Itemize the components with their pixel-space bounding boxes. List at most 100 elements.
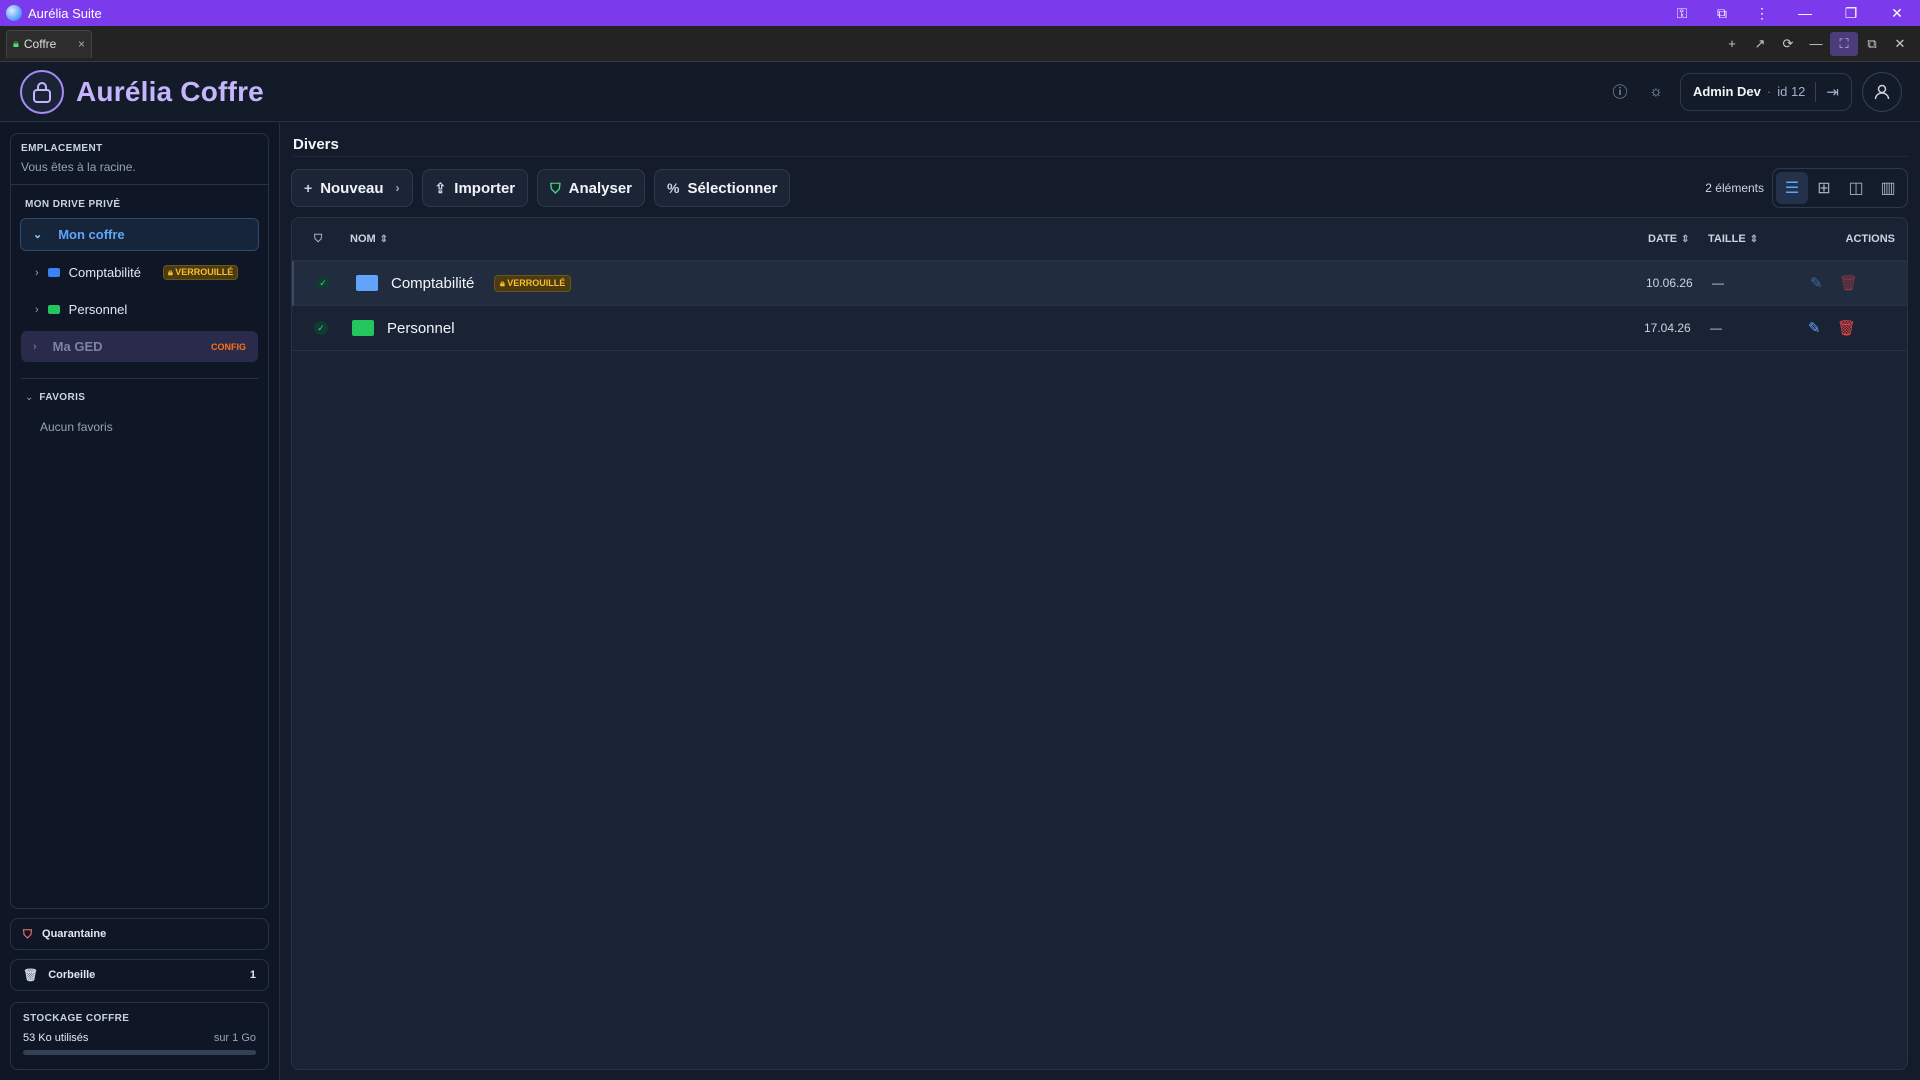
trash-button[interactable]: 🗑︎ Corbeille 1 [10,959,269,991]
window-title: Aurélia Suite [28,5,102,21]
user-separator: · [1766,84,1772,99]
row-name[interactable]: Personnel [387,320,455,337]
analyze-button[interactable]: ⛉ Analyser [537,169,645,207]
list-view-icon[interactable]: ☰ [1776,172,1808,204]
toolbar: + Nouveau › ⇪ Importer ⛉ Analyser % Séle… [291,168,1908,208]
close-window-button[interactable]: ✕ [1874,0,1920,26]
import-button[interactable]: ⇪ Importer [421,169,529,207]
select-icon: % [667,180,680,196]
avatar[interactable] [1862,71,1902,112]
tab-label: Coffre [23,37,57,51]
row-size: — [1710,321,1722,335]
column-date[interactable]: DATE ⇕ [1648,233,1690,245]
refresh-icon[interactable]: ⟳ [1774,32,1802,56]
chevron-right-icon[interactable]: › [35,267,39,279]
shield-check-icon: ✓ [316,276,330,290]
sidebar-item-label: Mon coffre [58,227,125,242]
info-icon[interactable]: ⓘ [1602,74,1638,110]
column-actions: ACTIONS [1845,233,1896,245]
trash-count: 1 [249,969,256,981]
chevron-down-icon[interactable]: ⌄ [25,392,33,403]
analyze-label: Analyser [568,179,632,197]
chevron-right-icon[interactable]: › [35,304,39,316]
location-text: Vous êtes à la racine. [21,160,136,174]
popout-icon[interactable]: ⧉ [1858,32,1886,56]
header-actions: ⓘ ☼ Admin Dev · id 12 ⇥ [1602,71,1902,112]
row-name[interactable]: Comptabilité [391,275,474,292]
minimize-tab-icon[interactable]: — [1802,32,1830,56]
sort-icon: ⇕ [379,234,389,245]
main-content: Divers + Nouveau › ⇪ Importer ⛉ Analyser… [281,123,1920,1080]
edit-icon[interactable]: ✎ [1808,319,1821,337]
tab-close-icon[interactable]: × [78,37,85,51]
pill-divider [1815,81,1817,102]
restore-button[interactable]: ❐ [1828,0,1874,26]
storage-used: 53 Ko utilisés [23,1032,89,1044]
sidebar-item-ma-ged[interactable]: › Ma GED CONFIG [21,331,258,362]
user-name: Admin Dev [1692,84,1761,99]
new-button[interactable]: + Nouveau › [291,169,413,207]
column-size[interactable]: TAILLE ⇕ [1708,233,1758,245]
sidebar-item-personnel[interactable]: › Personnel [11,291,268,328]
trash-label: Corbeille [48,969,96,981]
quarantine-button[interactable]: ⛉ Quarantaine [10,918,269,950]
split-view-icon[interactable]: ◫ [1840,172,1872,204]
logout-icon[interactable]: ⇥ [1826,83,1839,101]
plus-icon: + [304,180,313,196]
sidebar: EMPLACEMENT Vous êtes à la racine. MON D… [0,123,280,1080]
padlock-icon [20,69,64,114]
delete-icon[interactable]: 🗑︎ [1839,274,1858,292]
sidebar-item-comptabilite[interactable]: › Comptabilité 🔒︎ VERROUILLÉ [11,254,268,291]
user-pill[interactable]: Admin Dev · id 12 ⇥ [1679,72,1852,111]
sidebar-item-label: Comptabilité [68,265,141,280]
new-tab-icon[interactable]: + [1718,32,1746,56]
config-badge[interactable]: CONFIG [211,342,246,352]
table-row[interactable]: ✓ Comptabilité 🔒︎ VERROUILLÉ 10.06.26 — … [292,261,1907,306]
column-name[interactable]: NOM ⇕ [350,233,388,245]
sort-icon: ⇕ [1681,234,1690,245]
more-menu-icon[interactable]: ⋮ [1742,0,1782,26]
delete-icon[interactable]: 🗑︎ [1837,319,1856,337]
import-label: Importer [454,179,516,197]
app-logo-icon [6,5,22,21]
folder-icon [352,320,374,336]
new-label: Nouveau [320,179,384,197]
tab-coffre[interactable]: 🔒︎ Coffre × [6,29,92,58]
storage-bar [23,1050,256,1055]
fullscreen-icon[interactable]: ⛶ [1830,31,1858,56]
minimize-button[interactable]: — [1782,0,1828,26]
extension-icon[interactable]: ⧉ [1702,0,1742,26]
app-header: Aurélia Coffre ⓘ ☼ Admin Dev · id 12 ⇥ [0,62,1920,122]
locked-badge: 🔒︎ VERROUILLÉ [494,274,572,292]
columns-view-icon[interactable]: ▥ [1872,172,1904,204]
file-table: ⛉ NOM ⇕ DATE ⇕ TAILLE ⇕ ACTIONS ✓ Comptabil… [291,217,1908,1070]
close-tab-icon[interactable]: ✕ [1886,32,1914,56]
table-row[interactable]: ✓ Personnel 17.04.26 — ✎ 🗑︎ [292,306,1907,351]
sidebar-item-mon-coffre[interactable]: ⌄ Mon coffre [20,218,259,251]
theme-sun-icon[interactable]: ☼ [1638,74,1674,110]
chevron-right-icon[interactable]: › [33,341,37,353]
select-label: Sélectionner [687,179,778,197]
edit-icon[interactable]: ✎ [1810,274,1823,292]
window-controls: ⚿ ⧉ ⋮ — ❐ ✕ [1662,0,1920,26]
user-icon [1874,84,1890,99]
chevron-down-icon[interactable]: ⌄ [33,228,42,241]
tab-bar: 🔒︎ Coffre × + ↗ ⟳ — ⛶ ⧉ ✕ [0,26,1920,62]
sidebar-item-label: Personnel [68,302,128,317]
row-date: 17.04.26 [1644,321,1691,335]
folder-icon [356,275,378,291]
quarantine-label: Quarantaine [42,928,107,940]
item-count: 2 éléments [1705,181,1764,195]
folder-icon [47,305,60,314]
grid-view-icon[interactable]: ⊞ [1808,172,1840,204]
sidebar-panel: EMPLACEMENT Vous êtes à la racine. MON D… [10,133,269,909]
favorites-header[interactable]: ⌄ FAVORIS [11,379,268,403]
select-button[interactable]: % Sélectionner [654,169,791,207]
storage-total: sur 1 Go [213,1032,256,1044]
trash-icon: 🗑︎ [23,968,39,982]
open-external-icon[interactable]: ↗ [1746,32,1774,56]
key-icon[interactable]: ⚿ [1662,0,1702,26]
view-switcher: ☰ ⊞ ◫ ▥ [1772,168,1908,208]
favorites-empty-text: Aucun favoris [40,420,113,434]
storage-panel: STOCKAGE COFFRE 53 Ko utilisés sur 1 Go [10,1002,269,1070]
